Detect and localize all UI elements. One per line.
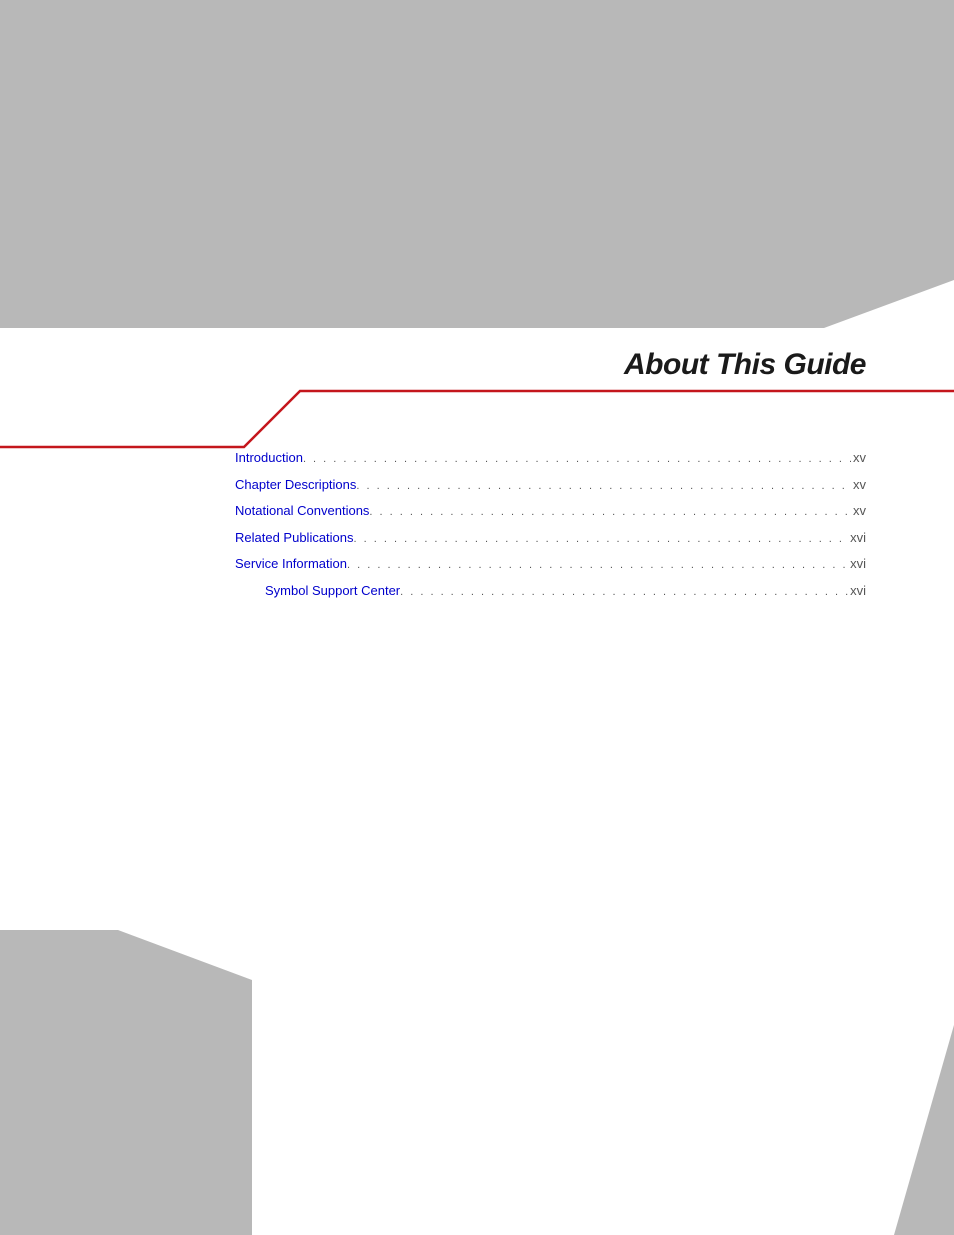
toc-page-number: xv — [851, 475, 866, 495]
page-title: About This Guide — [624, 348, 866, 382]
top-grey-banner — [0, 0, 954, 328]
bottom-right-grey-shape — [894, 1025, 954, 1235]
page-title-container: About This Guide — [624, 348, 866, 382]
toc-entry: Notational Conventions . . . . . . . . .… — [235, 501, 866, 521]
toc-entry: Chapter Descriptions . . . . . . . . . .… — [235, 475, 866, 495]
toc-page-number: xvi — [848, 528, 866, 548]
toc-page-number: xv — [851, 448, 866, 468]
toc-leader-dots: . . . . . . . . . . . . . . . . . . . . … — [356, 478, 851, 495]
toc-leader-dots: . . . . . . . . . . . . . . . . . . . . … — [303, 451, 851, 468]
toc-page-number: xv — [851, 501, 866, 521]
toc-page-number: xvi — [848, 581, 866, 601]
toc-list: Introduction . . . . . . . . . . . . . .… — [235, 448, 866, 607]
toc-link[interactable]: Service Information — [235, 554, 347, 574]
toc-link[interactable]: Related Publications — [235, 528, 354, 548]
toc-page-number: xvi — [848, 554, 866, 574]
toc-leader-dots: . . . . . . . . . . . . . . . . . . . . … — [347, 557, 848, 574]
toc-leader-dots: . . . . . . . . . . . . . . . . . . . . … — [369, 504, 851, 521]
bottom-left-grey-shape — [0, 930, 252, 1235]
toc-link[interactable]: Symbol Support Center — [265, 581, 400, 601]
toc-leader-dots: . . . . . . . . . . . . . . . . . . . . … — [354, 531, 849, 548]
toc-link[interactable]: Chapter Descriptions — [235, 475, 356, 495]
toc-link[interactable]: Notational Conventions — [235, 501, 369, 521]
toc-entry: Symbol Support Center . . . . . . . . . … — [235, 581, 866, 601]
toc-entry: Introduction . . . . . . . . . . . . . .… — [235, 448, 866, 468]
toc-entry: Service Information . . . . . . . . . . … — [235, 554, 866, 574]
toc-link[interactable]: Introduction — [235, 448, 303, 468]
toc-entry: Related Publications . . . . . . . . . .… — [235, 528, 866, 548]
toc-leader-dots: . . . . . . . . . . . . . . . . . . . . … — [400, 584, 848, 601]
